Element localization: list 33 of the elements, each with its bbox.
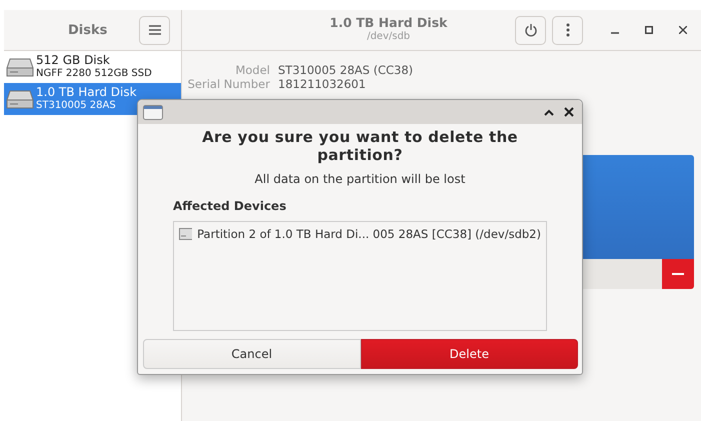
dialog-message: All data on the partition will be lost — [254, 172, 466, 186]
section-heading: Affected Devices — [173, 199, 288, 213]
close-icon — [679, 26, 687, 34]
window-icon — [143, 104, 163, 120]
dialog-heading: Are you sure you want to delete the partition? — [201, 128, 519, 164]
more-button[interactable] — [552, 16, 583, 44]
maximize-icon — [645, 26, 653, 34]
detail-value: ST310005 28AS (CC38) — [278, 63, 414, 77]
detail-label: Serial Number — [186, 77, 270, 91]
hard-drive-icon — [179, 228, 192, 240]
menu-icon — [148, 24, 162, 36]
close-icon[interactable] — [564, 107, 574, 117]
cancel-button[interactable]: Cancel — [143, 339, 360, 369]
disk-item[interactable]: 512 GB Disk NGFF 2280 512GB SSD — [4, 51, 181, 83]
disk-model: NGFF 2280 512GB SSD — [36, 67, 152, 80]
power-button[interactable] — [515, 16, 546, 44]
window-title: 1.0 TB Hard Disk — [330, 16, 448, 30]
device-name: Partition 2 of 1.0 TB Hard Di... 005 28AS [CC38] (/dev/sdb2) — [197, 227, 541, 241]
power-icon — [524, 23, 538, 37]
menu-button[interactable] — [139, 16, 170, 44]
hard-drive-icon — [6, 88, 34, 110]
more-icon — [566, 23, 570, 37]
collapse-icon[interactable] — [544, 108, 554, 116]
device-path: /dev/sdb — [366, 30, 410, 44]
minus-icon — [672, 273, 684, 275]
delete-button[interactable]: Delete — [360, 339, 578, 369]
disk-name: 1.0 TB Hard Disk — [36, 86, 137, 99]
detail-label: Model — [234, 63, 270, 77]
sidebar-title: Disks — [68, 22, 108, 38]
disk-name: 512 GB Disk — [36, 54, 111, 67]
delete-partition-button[interactable] — [662, 259, 694, 289]
detail-value: 181211032601 — [278, 77, 367, 91]
disk-model: ST310005 28AS — [36, 99, 117, 112]
